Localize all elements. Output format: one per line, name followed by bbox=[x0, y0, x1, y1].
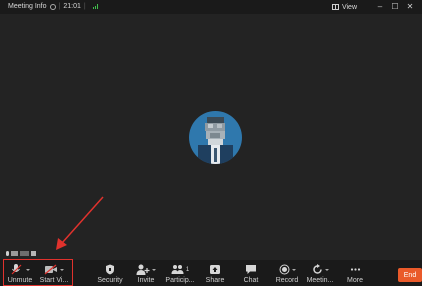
annotation-arrow bbox=[56, 196, 104, 250]
people-icon bbox=[171, 265, 184, 274]
meeting-button[interactable]: Meetin... bbox=[305, 260, 335, 286]
add-person-icon bbox=[136, 264, 150, 275]
share-screen-icon bbox=[210, 265, 220, 274]
security-button[interactable]: Security bbox=[94, 260, 126, 286]
chat-button[interactable]: Chat bbox=[239, 260, 263, 286]
share-label: Share bbox=[205, 277, 225, 284]
more-label: More bbox=[347, 277, 363, 284]
record-icon bbox=[279, 264, 289, 275]
invite-label: Invite bbox=[137, 277, 155, 284]
participants-button[interactable]: 1 Particip... bbox=[163, 260, 197, 286]
chevron-down-icon[interactable] bbox=[152, 268, 156, 271]
chat-label: Chat bbox=[243, 277, 259, 284]
share-button[interactable]: Share bbox=[202, 260, 228, 286]
zoom-meeting-window: Meeting Info | 21:01 | View – ☐ ✕ Unmute… bbox=[0, 0, 422, 286]
shield-icon bbox=[106, 264, 114, 275]
participants-label: Particip... bbox=[165, 277, 195, 284]
security-label: Security bbox=[97, 277, 123, 284]
refresh-icon bbox=[312, 264, 322, 274]
more-button[interactable]: More bbox=[343, 260, 367, 286]
record-label: Record bbox=[275, 277, 299, 284]
invite-button[interactable]: Invite bbox=[132, 260, 160, 286]
annotation-highlight-box bbox=[3, 259, 73, 286]
record-button[interactable]: Record bbox=[272, 260, 302, 286]
meeting-label: Meetin... bbox=[306, 277, 334, 284]
chat-bubble-icon bbox=[246, 265, 256, 274]
chevron-down-icon[interactable] bbox=[324, 268, 329, 271]
end-meeting-button[interactable]: End bbox=[398, 268, 422, 282]
chevron-down-icon[interactable] bbox=[291, 268, 296, 271]
more-dots-icon bbox=[350, 268, 360, 271]
participant-count: 1 bbox=[185, 266, 190, 273]
